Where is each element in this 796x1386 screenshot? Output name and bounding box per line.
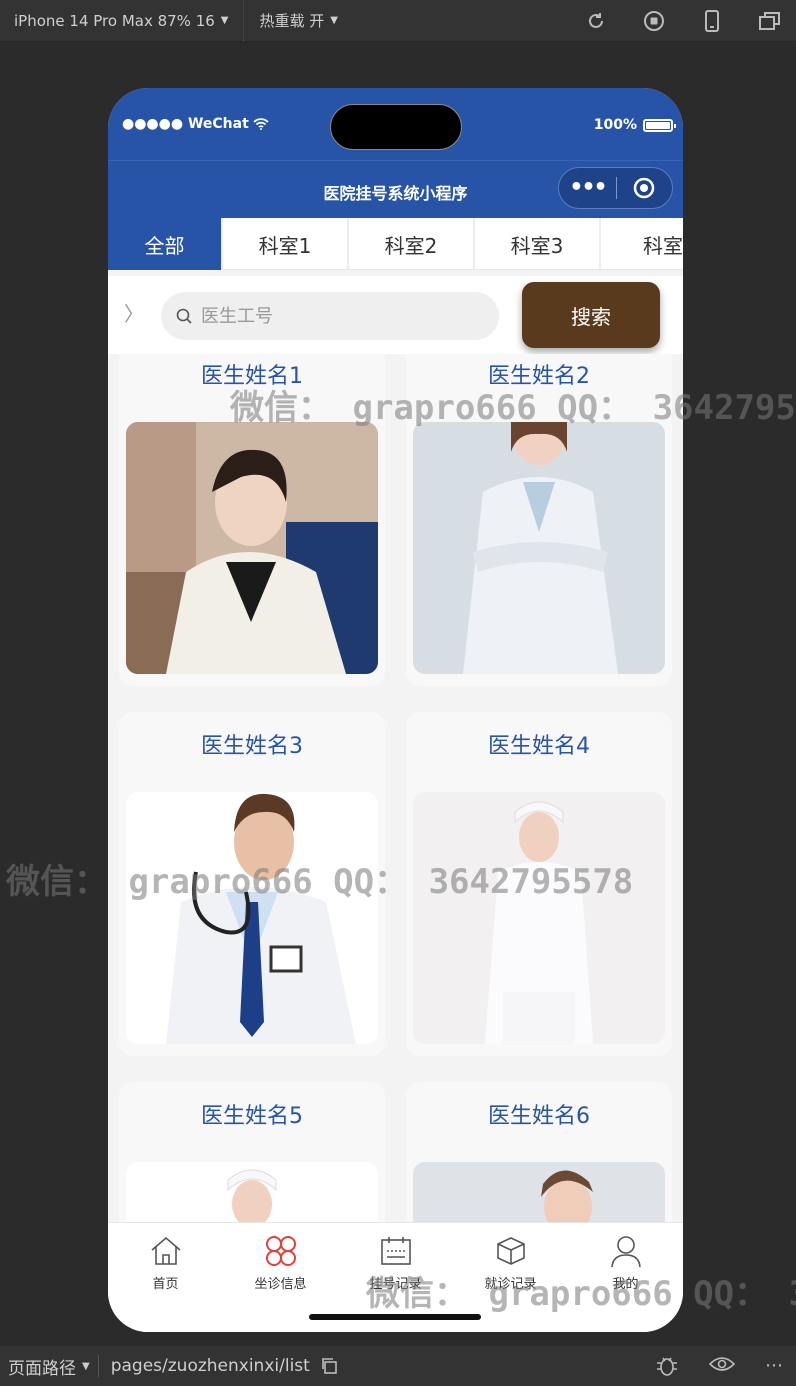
tab-dept-3[interactable]: 科室3	[475, 218, 601, 270]
tab-label: 挂号记录	[369, 1277, 421, 1292]
chevron-right-icon[interactable]: 〉	[124, 298, 144, 327]
hot-reload-label: 热重载 开	[260, 10, 325, 31]
devtools-window: iPhone 14 Pro Max 87% 16 ▼ 热重载 开 ▼	[0, 0, 796, 1386]
hot-reload-toggle[interactable]: 热重载 开 ▼	[244, 10, 354, 31]
more-icon[interactable]: •••	[559, 168, 616, 208]
doctor-name: 医生姓名1	[119, 358, 385, 390]
home-indicator	[309, 1314, 481, 1320]
caret-down-icon: ▼	[82, 1361, 90, 1372]
doctor-name: 医生姓名3	[119, 728, 385, 760]
device-selector[interactable]: iPhone 14 Pro Max 87% 16 ▼	[0, 0, 244, 42]
devtools-toolbar: iPhone 14 Pro Max 87% 16 ▼ 热重载 开 ▼	[0, 0, 796, 42]
eye-icon[interactable]	[709, 1355, 735, 1373]
tab-dept-4[interactable]: 科室	[601, 218, 683, 270]
doctor-name: 医生姓名4	[406, 728, 672, 760]
battery-percent: 100%	[594, 117, 637, 133]
stop-icon[interactable]	[642, 9, 666, 33]
clover-icon	[223, 1233, 338, 1269]
tab-label: 我的	[612, 1277, 638, 1292]
doctor-photo	[413, 422, 665, 674]
tab-label: 就诊记录	[484, 1277, 536, 1292]
page-path-toggle[interactable]: 页面路径 ▼	[0, 1355, 99, 1377]
doctor-photo	[413, 792, 665, 1044]
doctor-card[interactable]: 医生姓名2	[406, 354, 672, 686]
doctor-name: 医生姓名2	[406, 358, 672, 390]
department-tabs: 全部 科室1 科室2 科室3 科室	[108, 218, 683, 270]
caret-down-icon: ▼	[221, 15, 229, 26]
tab-dept-1[interactable]: 科室1	[223, 218, 349, 270]
doctor-name: 医生姓名6	[406, 1098, 672, 1130]
status-bar: ●●●●● WeChat 100%	[108, 88, 683, 160]
search-input[interactable]	[201, 306, 481, 327]
tab-label: 坐诊信息	[254, 1277, 306, 1292]
doctor-card[interactable]: 医生姓名5	[119, 1082, 385, 1222]
device-label: iPhone 14 Pro Max 87% 16	[14, 12, 215, 30]
doctor-name: 医生姓名5	[119, 1098, 385, 1130]
battery-icon	[643, 119, 673, 132]
page-path: pages/zuozhenxinxi/list	[111, 1356, 310, 1376]
tab-all[interactable]: 全部	[108, 218, 223, 270]
phone-icon[interactable]	[700, 9, 724, 33]
search-bar: 〉 搜索	[108, 276, 683, 354]
tab-home[interactable]: 首页	[108, 1233, 223, 1292]
dynamic-island	[330, 104, 462, 150]
tab-label: 首页	[152, 1277, 178, 1292]
doctor-card[interactable]: 医生姓名1	[119, 354, 385, 686]
page-path-label: 页面路径	[8, 1354, 76, 1379]
doctor-card[interactable]: 医生姓名3	[119, 712, 385, 1056]
doctor-grid: 医生姓名1 医生姓名2	[108, 354, 683, 1222]
tab-visit-records[interactable]: 就诊记录	[453, 1233, 568, 1292]
doctor-photo	[126, 792, 378, 1044]
calendar-icon	[338, 1233, 453, 1269]
window-icon[interactable]	[758, 9, 782, 33]
doctor-card[interactable]: 医生姓名4	[406, 712, 672, 1056]
devtools-footer: 页面路径 ▼ pages/zuozhenxinxi/list ⋯	[0, 1346, 796, 1386]
tab-schedule[interactable]: 坐诊信息	[223, 1233, 338, 1292]
home-icon	[108, 1233, 223, 1269]
tab-mine[interactable]: 我的	[568, 1233, 683, 1292]
caret-down-icon: ▼	[330, 15, 338, 26]
tab-dept-2[interactable]: 科室2	[349, 218, 475, 270]
wifi-icon	[253, 118, 269, 130]
bug-icon[interactable]	[655, 1355, 679, 1377]
doctor-photo	[413, 1162, 665, 1222]
mini-program-capsule: •••	[558, 167, 673, 209]
tab-registration-records[interactable]: 挂号记录	[338, 1233, 453, 1292]
carrier-label: ●●●●● WeChat	[122, 116, 249, 132]
close-target-icon[interactable]	[617, 176, 672, 200]
phone-simulator: ●●●●● WeChat 100% 医院挂号系统小程序 ••• 全部 科室1 科	[108, 88, 683, 1332]
box-icon	[453, 1233, 568, 1269]
refresh-icon[interactable]	[584, 9, 608, 33]
doctor-card[interactable]: 医生姓名6	[406, 1082, 672, 1222]
more-icon[interactable]: ⋯	[765, 1355, 784, 1377]
search-button[interactable]: 搜索	[522, 282, 660, 348]
user-icon	[568, 1233, 683, 1269]
doctor-photo	[126, 1162, 378, 1222]
nav-bar: 医院挂号系统小程序 •••	[108, 160, 683, 218]
search-field	[161, 292, 499, 340]
copy-icon[interactable]	[320, 1357, 338, 1375]
doctor-photo	[126, 422, 378, 674]
search-icon	[175, 307, 193, 325]
